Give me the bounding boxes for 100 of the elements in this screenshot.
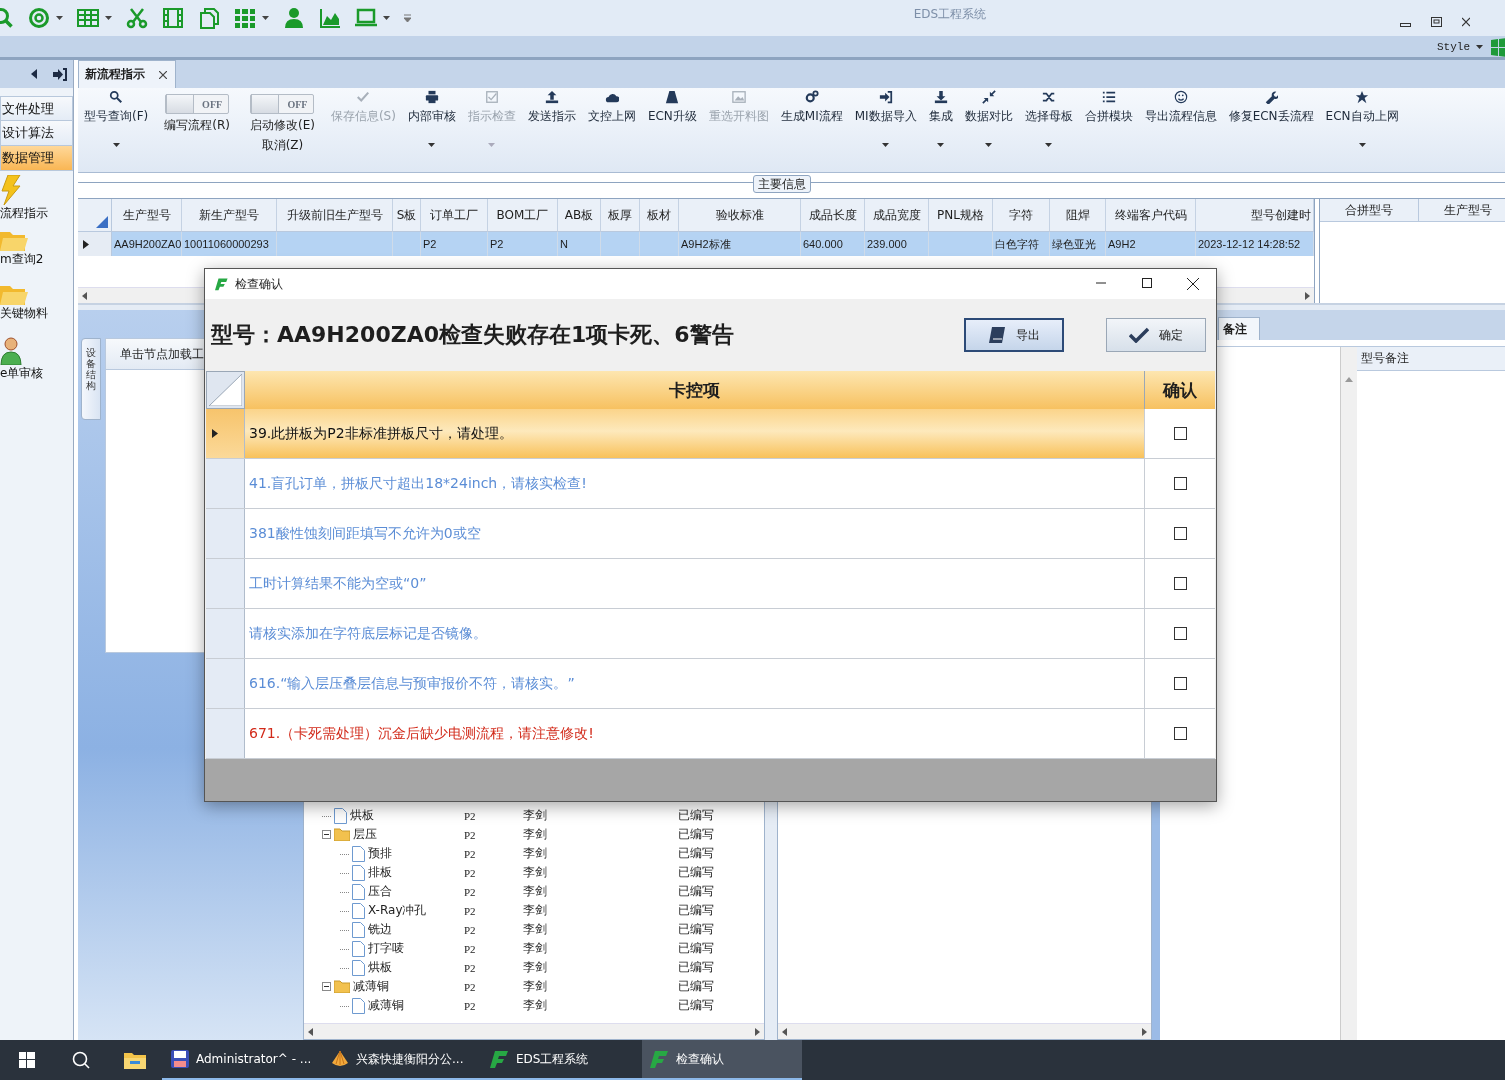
expander-icon[interactable] — [322, 830, 331, 839]
checkbox[interactable] — [1173, 677, 1187, 690]
column-header[interactable]: 型号创建时 — [1196, 199, 1314, 232]
checkbox[interactable] — [1173, 527, 1187, 540]
ribbon-button[interactable]: 生成MI流程 — [774, 90, 849, 125]
scroll-left-icon[interactable] — [82, 291, 87, 300]
column-header[interactable]: 订单工厂 — [421, 199, 488, 232]
film-icon[interactable] — [162, 7, 184, 29]
sidebar-shortcut[interactable]: 流程指示 — [0, 171, 73, 225]
checkbox[interactable] — [1173, 577, 1187, 590]
tree-node-label[interactable]: 减薄铜 — [368, 997, 404, 1014]
column-header[interactable]: 生产型号 — [112, 199, 182, 232]
horizontal-scrollbar[interactable] — [304, 1023, 764, 1039]
taskbar-item[interactable]: 兴森快捷衡阳分公... — [322, 1040, 482, 1080]
grid-icon[interactable] — [234, 7, 256, 29]
scroll-right-icon[interactable] — [1305, 291, 1310, 300]
ribbon-button[interactable]: 型号查询(F) — [78, 90, 155, 147]
checkbox[interactable] — [1173, 477, 1187, 490]
check-item-row[interactable]: 41.盲孔订单，拼板尺寸超出18*24inch，请核实检查! — [206, 459, 1215, 509]
column-header[interactable]: 字符 — [993, 199, 1050, 232]
tree-node-label[interactable]: X-Ray冲孔 — [368, 902, 427, 919]
tree-node-label[interactable]: 减薄铜 — [353, 978, 389, 995]
sign-in-icon[interactable] — [53, 67, 67, 81]
ribbon-button[interactable]: 数据对比 — [958, 90, 1019, 147]
toggle-switch[interactable]: OFF — [250, 94, 315, 114]
checkbox[interactable] — [1173, 427, 1187, 440]
taskbar-item[interactable]: Administrator^ - ... — [162, 1040, 322, 1080]
tree-node-label[interactable]: 烘板 — [368, 959, 392, 976]
check-item-row[interactable]: 请核实添加在字符底层标记是否镜像。 — [206, 609, 1215, 659]
ribbon-button[interactable]: 集成 — [922, 90, 959, 147]
close-icon[interactable] — [159, 70, 167, 79]
column-header[interactable]: 合拼型号 — [1320, 199, 1419, 222]
ribbon-button[interactable]: MI数据导入 — [848, 90, 923, 147]
toggle-switch[interactable]: OFF — [165, 94, 230, 114]
ribbon-button[interactable]: 发送指示 — [521, 90, 582, 125]
ribbon-button[interactable]: ECN升级 — [641, 90, 703, 125]
ribbon-button[interactable]: 内部审核 — [401, 90, 462, 147]
ribbon-button[interactable]: 修复ECN丢流程 — [1222, 90, 1320, 125]
sidebar-item[interactable]: 文件处理 — [0, 96, 73, 121]
scissors-icon[interactable] — [126, 7, 148, 29]
column-header[interactable]: 成品宽度 — [865, 199, 929, 232]
checkbox[interactable] — [1173, 727, 1187, 740]
sidebar-item[interactable]: 数据管理 — [0, 146, 73, 171]
collapse-icon[interactable] — [31, 69, 37, 79]
check-item-row[interactable]: 工时计算结果不能为空或“0” — [206, 559, 1215, 609]
column-header[interactable]: AB板 — [558, 199, 601, 232]
side-tab[interactable]: 设备结构 — [81, 338, 101, 420]
column-header[interactable]: 生产型号 — [1419, 199, 1505, 222]
dialog-button[interactable]: 导出 — [964, 318, 1064, 352]
person-icon[interactable] — [283, 7, 305, 29]
expander-icon[interactable] — [322, 982, 331, 991]
tree-node-label[interactable]: 压合 — [368, 883, 392, 900]
taskbar-item[interactable]: 检查确认 — [642, 1040, 802, 1080]
row-header[interactable] — [78, 232, 112, 256]
copy-icon[interactable] — [198, 7, 220, 29]
customize-icon[interactable] — [404, 14, 411, 22]
ribbon-button[interactable]: 选择母板 — [1018, 90, 1079, 147]
tree-node-label[interactable]: 烘板 — [350, 807, 374, 824]
ribbon-button[interactable]: 文控上网 — [581, 90, 642, 125]
sidebar-shortcut[interactable]: e单审核 — [0, 333, 73, 387]
ribbon-button[interactable]: 导出流程信息 — [1138, 90, 1223, 125]
tree-node-label[interactable]: 层压 — [353, 826, 377, 843]
ribbon-button[interactable]: ECN自动上网 — [1319, 90, 1405, 147]
tree-node-label[interactable]: 预排 — [368, 845, 392, 862]
column-header[interactable]: S板 — [393, 199, 421, 232]
column-header[interactable]: 新生产型号 — [182, 199, 277, 232]
table-icon[interactable] — [77, 7, 99, 29]
close-icon[interactable] — [1462, 17, 1470, 27]
check-item-row[interactable]: 616.“输入层压叠层信息与预审报价不符，请核实。” — [206, 659, 1215, 709]
scroll-left-icon[interactable] — [782, 1027, 787, 1036]
checkbox[interactable] — [1173, 627, 1187, 640]
scroll-right-icon[interactable] — [1142, 1027, 1147, 1036]
tree-node-label[interactable]: 排板 — [368, 864, 392, 881]
tree-node-label[interactable]: 铣边 — [368, 921, 392, 938]
restore-icon[interactable] — [1431, 17, 1442, 27]
column-header[interactable]: 板厚 — [601, 199, 640, 232]
sidebar-shortcut[interactable]: 关键物料 — [0, 279, 73, 333]
laptop-icon[interactable] — [355, 7, 377, 29]
scroll-left-icon[interactable] — [308, 1027, 313, 1036]
column-header[interactable]: 升级前旧生产型号 — [277, 199, 393, 232]
vertical-scrollbar[interactable] — [1341, 347, 1357, 1040]
scroll-right-icon[interactable] — [755, 1027, 760, 1036]
column-header[interactable]: PNL规格 — [929, 199, 993, 232]
sidebar-shortcut[interactable]: m查询2 — [0, 225, 73, 279]
horizontal-scrollbar[interactable] — [778, 1023, 1151, 1039]
tree-node-label[interactable]: 打字唛 — [368, 940, 404, 957]
style-menu[interactable]: Style — [1437, 40, 1483, 53]
column-header[interactable]: 阻焊 — [1050, 199, 1106, 232]
area-chart-icon[interactable] — [319, 7, 341, 29]
check-item-row[interactable]: 381酸性蚀刻间距填写不允许为0或空 — [206, 509, 1215, 559]
column-header[interactable]: 验收标准 — [679, 199, 801, 232]
panel-tab[interactable]: 备注 — [1218, 317, 1260, 340]
lifebuoy-icon[interactable] — [28, 7, 50, 29]
sidebar-item[interactable]: 设计算法 — [0, 121, 73, 146]
column-header[interactable]: 板材 — [640, 199, 679, 232]
column-header[interactable]: BOM工厂 — [488, 199, 558, 232]
document-tab[interactable]: 新流程指示 — [78, 60, 176, 88]
dialog-button[interactable]: 确定 — [1106, 318, 1206, 352]
select-all-icon[interactable] — [96, 216, 108, 228]
column-header[interactable]: 成品长度 — [801, 199, 865, 232]
